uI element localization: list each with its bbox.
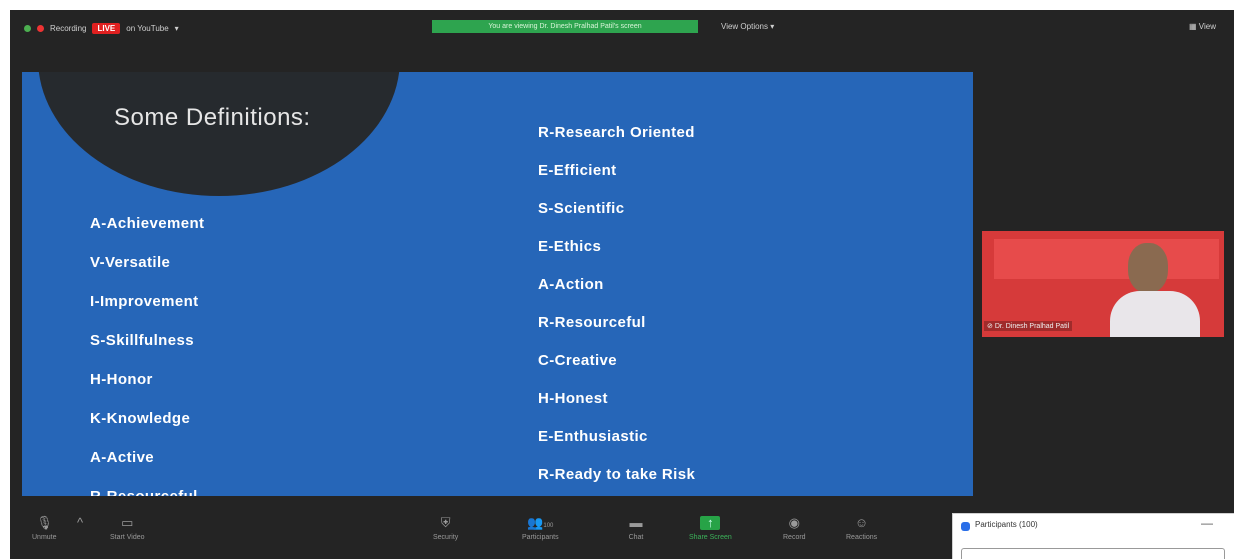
list-item: S-Scientific <box>538 200 625 217</box>
participants-panel-title: Participants (100) <box>975 520 1038 529</box>
shield-icon <box>24 25 31 32</box>
shield-icon: ⛨ <box>440 515 451 530</box>
participant-name: ⊘ Dr. Dinesh Pralhad Patil <box>984 321 1073 331</box>
list-item: I-Improvement <box>90 293 199 310</box>
view-button[interactable]: ▦ View <box>1189 22 1216 31</box>
live-platform-label[interactable]: on YouTube <box>126 24 168 33</box>
participant-body <box>1110 291 1200 337</box>
list-item: V-Versatile <box>90 254 171 271</box>
record-dot-icon <box>37 25 44 32</box>
meeting-toolbar: 🎙 Unmute ^ ▭ Start Video ⛨ Security 👥100… <box>10 506 950 559</box>
chat-label: Chat <box>628 534 644 541</box>
share-screen-button[interactable]: ↑ Share Screen <box>689 516 732 542</box>
list-item: R-Research Oriented <box>538 124 695 141</box>
participant-name-label: Dr. Dinesh Pralhad Patil <box>994 323 1070 330</box>
record-label: Record <box>783 534 806 541</box>
list-item: E-Efficient <box>538 162 617 179</box>
start-video-label: Start Video <box>110 534 145 541</box>
reactions-button[interactable]: ☺ Reactions <box>846 515 878 542</box>
chevron-up-icon: ^ <box>76 515 84 530</box>
list-item: H-Honor <box>90 371 153 388</box>
grid-icon: ▦ <box>1189 22 1199 31</box>
smiley-icon: ☺ <box>854 515 869 530</box>
chat-bubble-icon: ▬ <box>629 515 643 530</box>
list-item: A-Active <box>90 449 155 466</box>
slide-title: Some Definitions: <box>114 104 311 131</box>
chat-button[interactable]: ▬ Chat <box>628 515 644 542</box>
live-badge: LIVE <box>92 23 121 34</box>
list-item: A-Action <box>538 276 604 293</box>
participants-label: Participants <box>522 534 559 541</box>
video-background-banner <box>994 239 1219 279</box>
view-options-label: View Options <box>721 22 768 31</box>
audio-options-button[interactable]: ^ <box>72 516 88 534</box>
reactions-label: Reactions <box>846 534 878 541</box>
participants-panel-icon <box>961 522 970 531</box>
list-item: H-Honest <box>538 390 608 407</box>
list-item: C-Creative <box>538 352 618 369</box>
list-item: R-Resourceful <box>90 488 198 496</box>
recording-label: Recording <box>50 24 87 33</box>
list-item: E-Enthusiastic <box>538 428 648 445</box>
unmute-label: Unmute <box>32 534 57 541</box>
list-item: S-Skillfulness <box>90 332 194 349</box>
participant-search-input[interactable] <box>961 548 1225 559</box>
microphone-muted-icon: 🎙 <box>36 515 53 530</box>
share-screen-label: Share Screen <box>689 534 732 541</box>
chevron-down-icon: ▾ <box>770 22 775 31</box>
start-video-button[interactable]: ▭ Start Video <box>110 515 145 542</box>
top-bar: Recording LIVE on YouTube ▾ You are view… <box>10 10 1234 46</box>
share-screen-icon: ↑ <box>700 516 721 530</box>
security-label: Security <box>433 534 459 541</box>
participant-video-tile[interactable]: ⊘ Dr. Dinesh Pralhad Patil <box>982 231 1224 337</box>
list-item: R-Resourceful <box>538 314 646 331</box>
view-label: View <box>1198 22 1216 31</box>
unmute-button[interactable]: 🎙 Unmute <box>32 515 57 542</box>
viewing-screen-banner: You are viewing Dr. Dinesh Pralhad Patil… <box>432 20 698 33</box>
chevron-down-icon[interactable]: ▾ <box>175 24 179 33</box>
participants-button[interactable]: 👥100 Participants <box>522 515 559 542</box>
muted-mic-icon: ⊘ <box>987 323 995 330</box>
participants-panel: Participants (100) — <box>952 513 1234 559</box>
record-button[interactable]: ◉ Record <box>783 515 806 542</box>
list-item: K-Knowledge <box>90 410 191 427</box>
participants-count: 100 <box>543 523 554 529</box>
recording-status[interactable]: Recording LIVE on YouTube ▾ <box>24 23 179 34</box>
view-options-menu[interactable]: View Options ▾ <box>721 22 774 31</box>
record-icon: ◉ <box>788 515 800 530</box>
video-camera-off-icon: ▭ <box>121 515 134 530</box>
title-arc-decoration <box>38 72 400 196</box>
zoom-window: Recording LIVE on YouTube ▾ You are view… <box>10 10 1234 559</box>
list-item: E-Ethics <box>538 238 602 255</box>
list-item: R-Ready to take Risk <box>538 466 696 483</box>
participant-face <box>1128 243 1168 293</box>
minimize-icon[interactable]: — <box>1201 516 1213 530</box>
list-item: A-Achievement <box>90 215 205 232</box>
shared-slide: Some Definitions: A-Achievement V-Versat… <box>22 72 973 496</box>
people-icon: 👥100 <box>527 515 554 530</box>
security-button[interactable]: ⛨ Security <box>433 515 459 542</box>
